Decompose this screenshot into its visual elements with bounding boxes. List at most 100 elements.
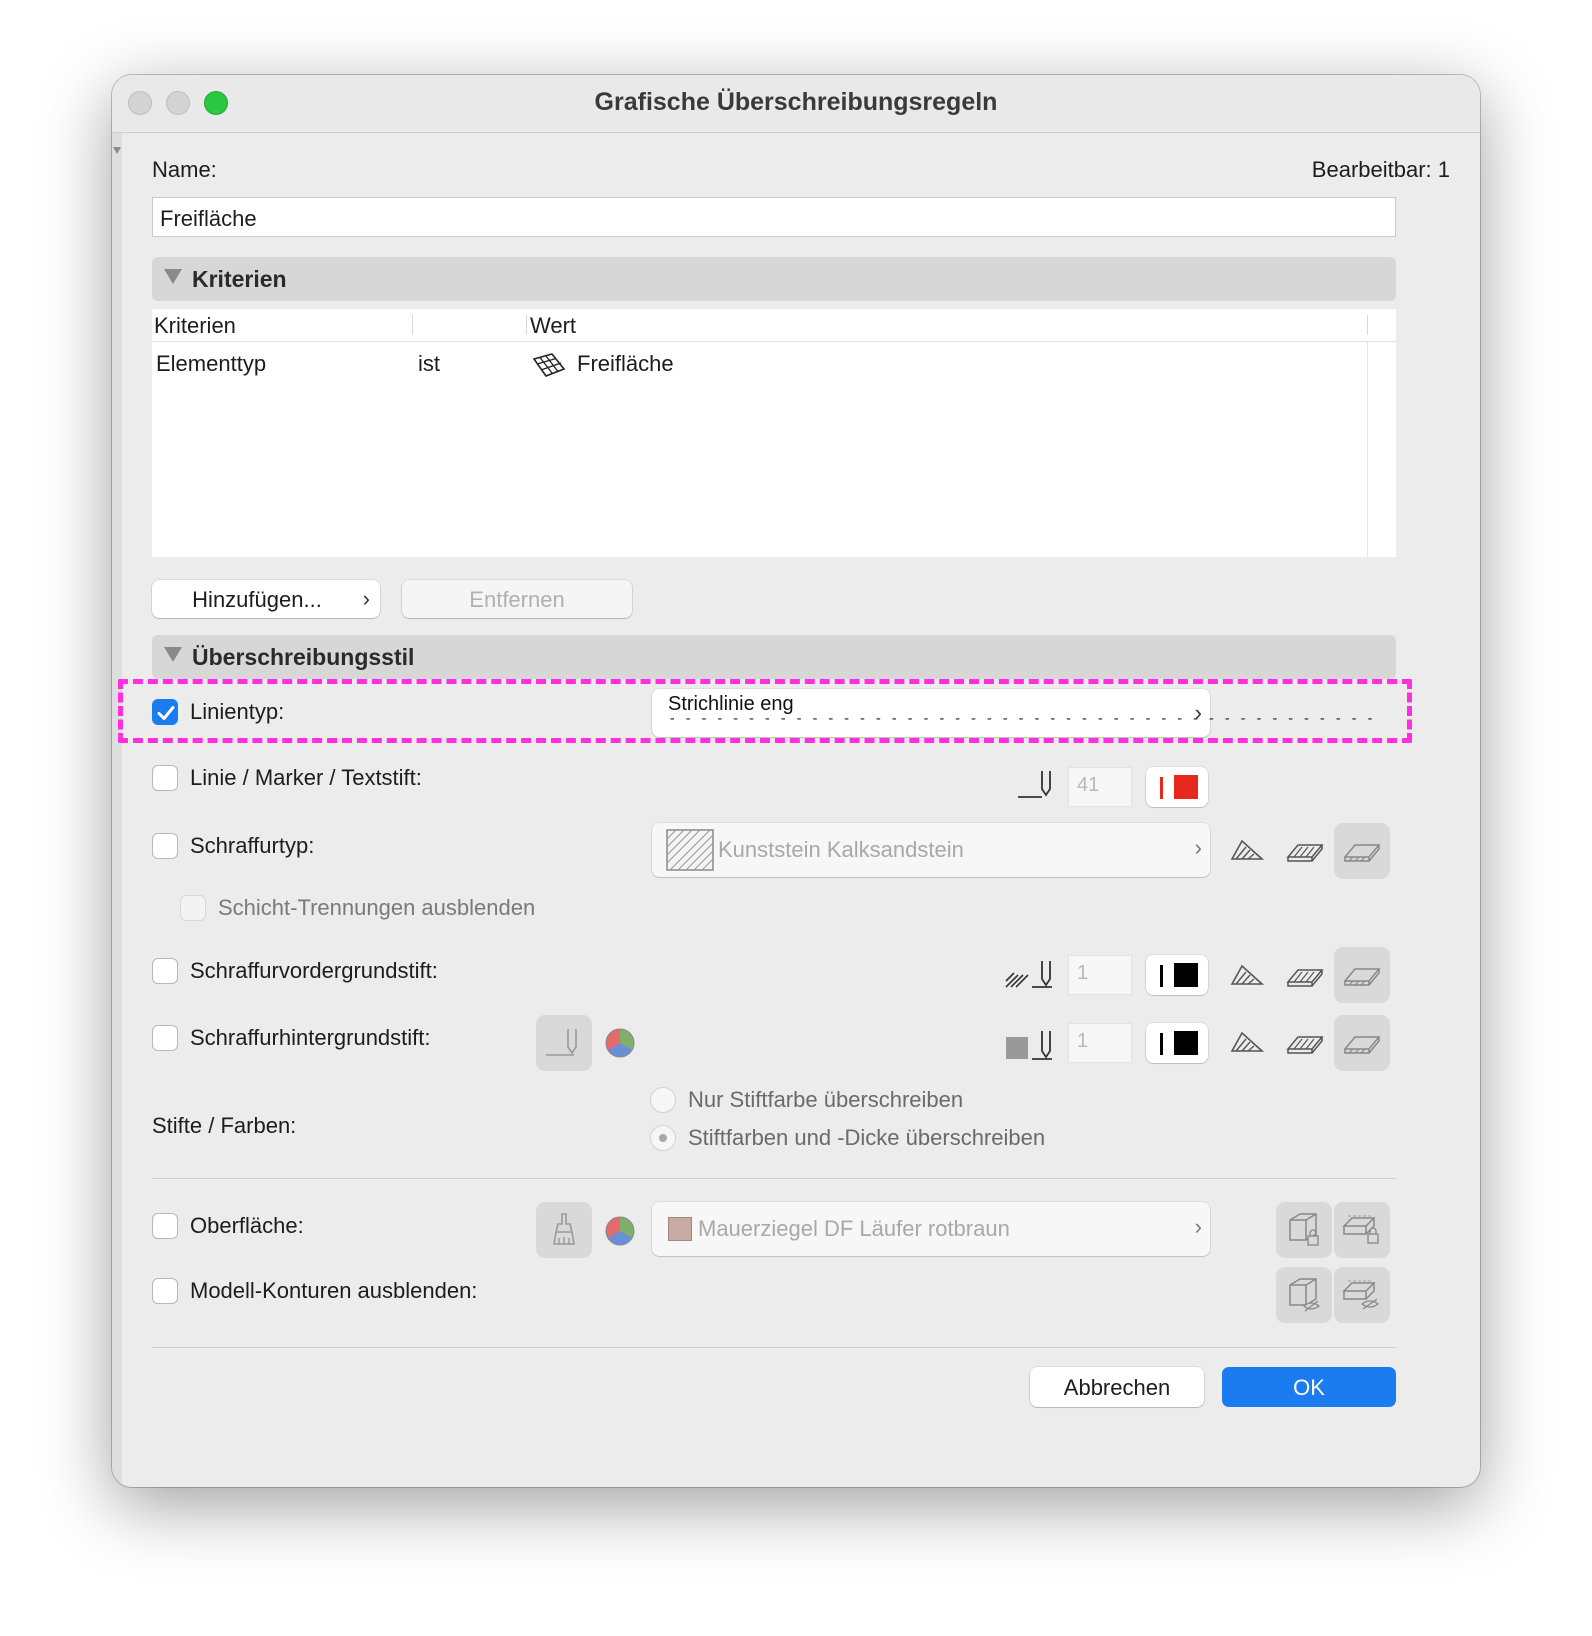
oberflaeche-popup[interactable]: Mauerziegel DF Läufer rotbraun › [652, 1202, 1210, 1256]
cube-lock-icon [1289, 1213, 1319, 1246]
cube-eye-icon [1289, 1278, 1321, 1312]
left-strip [112, 133, 122, 1487]
section-kriterien-title: Kriterien [192, 266, 287, 292]
section-ueberschreibungsstil[interactable]: Überschreibungsstil [152, 635, 1396, 679]
scrollbar-track[interactable] [1367, 342, 1368, 557]
background-pen-button[interactable] [536, 1015, 592, 1071]
hatch-plan-icon[interactable] [1228, 835, 1266, 865]
chevron-right-icon: › [1194, 1214, 1202, 1239]
section-lock-icon [1342, 1215, 1379, 1244]
add-button-label: Hinzufügen... [192, 587, 322, 612]
vordergrund-label: Schraffurvordergrundstift: [190, 958, 438, 983]
color-bar [1160, 965, 1163, 987]
hatch-3d-icon [1343, 1036, 1381, 1054]
title-bar: Grafische Überschreibungsregeln [112, 75, 1480, 133]
stifte-label: Stifte / Farben: [152, 1113, 297, 1138]
divider [152, 1178, 1396, 1179]
hatch-3d-button[interactable] [1334, 1015, 1390, 1071]
add-button[interactable]: Hinzufügen... › [152, 580, 380, 618]
hintergrund-color-button[interactable] [1146, 1023, 1208, 1063]
criteria-table: Kriterien Wert Elementtyp ist Freifläche [152, 309, 1396, 557]
background-pen-icon [1006, 1031, 1052, 1060]
schraffurtyp-value: Kunststein Kalksandstein [718, 837, 964, 862]
highlight-annotation [118, 679, 1412, 743]
vordergrund-pen-number[interactable]: 1 [1068, 955, 1132, 995]
column-divider [412, 315, 413, 335]
paint-brush-button[interactable] [536, 1202, 592, 1258]
oberflaeche-value: Mauerziegel DF Läufer rotbraun [698, 1216, 1010, 1241]
oberflaeche-label: Oberfläche: [190, 1213, 304, 1238]
schraffurtyp-popup[interactable]: Kunststein Kalksandstein › [652, 823, 1210, 877]
color-bar [1160, 777, 1163, 799]
linie-pen-number[interactable]: 41 [1068, 767, 1132, 807]
section-kriterien[interactable]: Kriterien [152, 257, 1396, 301]
hintergrund-checkbox[interactable] [152, 1025, 178, 1051]
modell-checkbox[interactable] [152, 1278, 178, 1304]
surface-3d-button[interactable] [1276, 1202, 1332, 1258]
model-3d-button[interactable] [1276, 1267, 1332, 1323]
name-input-value: Freifläche [160, 206, 257, 231]
schicht-checkbox[interactable] [180, 895, 206, 921]
color-swatch [1174, 1031, 1198, 1055]
chevron-right-icon: › [1194, 835, 1202, 860]
surface-swatch [668, 1217, 692, 1241]
table-row[interactable]: Elementtyp ist Freifläche [152, 347, 1362, 381]
color-bar [1160, 1033, 1163, 1055]
hatch-3d-button[interactable] [1334, 947, 1390, 1003]
radio-dot [659, 1134, 667, 1142]
pen-icon [1018, 771, 1051, 798]
hatch-section-icon[interactable] [1284, 962, 1326, 990]
hatch-3d-icon [1343, 968, 1381, 986]
surface-section-button[interactable] [1334, 1202, 1390, 1258]
schicht-label: Schicht-Trennungen ausblenden [218, 895, 536, 920]
schraffurtyp-label: Schraffurtyp: [190, 833, 315, 858]
hatch-section-icon[interactable] [1284, 1029, 1326, 1057]
radio-stiftfarben-dicke[interactable] [650, 1125, 676, 1151]
row-operator: ist [418, 351, 440, 376]
foreground-pen-icon [1005, 961, 1052, 988]
column-divider [1367, 315, 1368, 335]
hatch-section-icon[interactable] [1284, 837, 1326, 865]
pen-icon [546, 1029, 577, 1056]
section-ueberschreibungsstil-title: Überschreibungsstil [192, 644, 415, 670]
column-header-wert[interactable]: Wert [530, 313, 576, 339]
freiflaeche-mesh-icon [532, 353, 566, 377]
radio-stiftfarben-dicke-label: Stiftfarben und -Dicke überschreiben [688, 1125, 1046, 1150]
schraffurtyp-checkbox[interactable] [152, 833, 178, 859]
column-divider [526, 315, 527, 335]
model-section-button[interactable] [1334, 1267, 1390, 1323]
color-wheel-icon[interactable] [604, 1027, 636, 1059]
color-wheel-icon[interactable] [604, 1215, 636, 1247]
hintergrund-label: Schraffurhintergrundstift: [190, 1025, 431, 1050]
hintergrund-pen-number[interactable]: 1 [1068, 1023, 1132, 1063]
column-header-kriterien[interactable]: Kriterien [154, 313, 236, 339]
hatch-3d-icon [1343, 844, 1381, 862]
linie-marker-label: Linie / Marker / Textstift: [190, 765, 422, 790]
vordergrund-checkbox[interactable] [152, 958, 178, 984]
radio-nur-stiftfarbe[interactable] [650, 1087, 676, 1113]
modell-label: Modell-Konturen ausblenden: [190, 1278, 478, 1303]
cancel-button[interactable]: Abbrechen [1030, 1367, 1204, 1407]
hatch-3d-button[interactable] [1334, 823, 1390, 879]
oberflaeche-checkbox[interactable] [152, 1213, 178, 1239]
hatch-plan-icon[interactable] [1228, 960, 1266, 990]
name-input[interactable]: Freifläche [152, 197, 1396, 237]
linie-color-button[interactable] [1146, 767, 1208, 807]
row-criterion: Elementtyp [156, 351, 267, 376]
row-value: Freifläche [577, 351, 674, 376]
dialog-window: Grafische Überschreibungsregeln Name: Be… [112, 75, 1480, 1487]
linie-marker-checkbox[interactable] [152, 765, 178, 791]
color-swatch [1174, 963, 1198, 987]
cancel-button-label: Abbrechen [1063, 1375, 1171, 1400]
hatch-pattern-icon [666, 829, 714, 871]
ok-button[interactable]: OK [1222, 1367, 1396, 1407]
remove-button-label: Entfernen [469, 587, 565, 612]
remove-button[interactable]: Entfernen [402, 580, 632, 618]
disclosure-triangle-icon [164, 269, 182, 284]
vordergrund-color-button[interactable] [1146, 955, 1208, 995]
color-swatch [1174, 775, 1198, 799]
ok-button-label: OK [1293, 1375, 1325, 1400]
name-label: Name: [152, 157, 217, 182]
hatch-plan-icon[interactable] [1228, 1027, 1266, 1057]
chevron-right-icon: › [362, 586, 370, 611]
